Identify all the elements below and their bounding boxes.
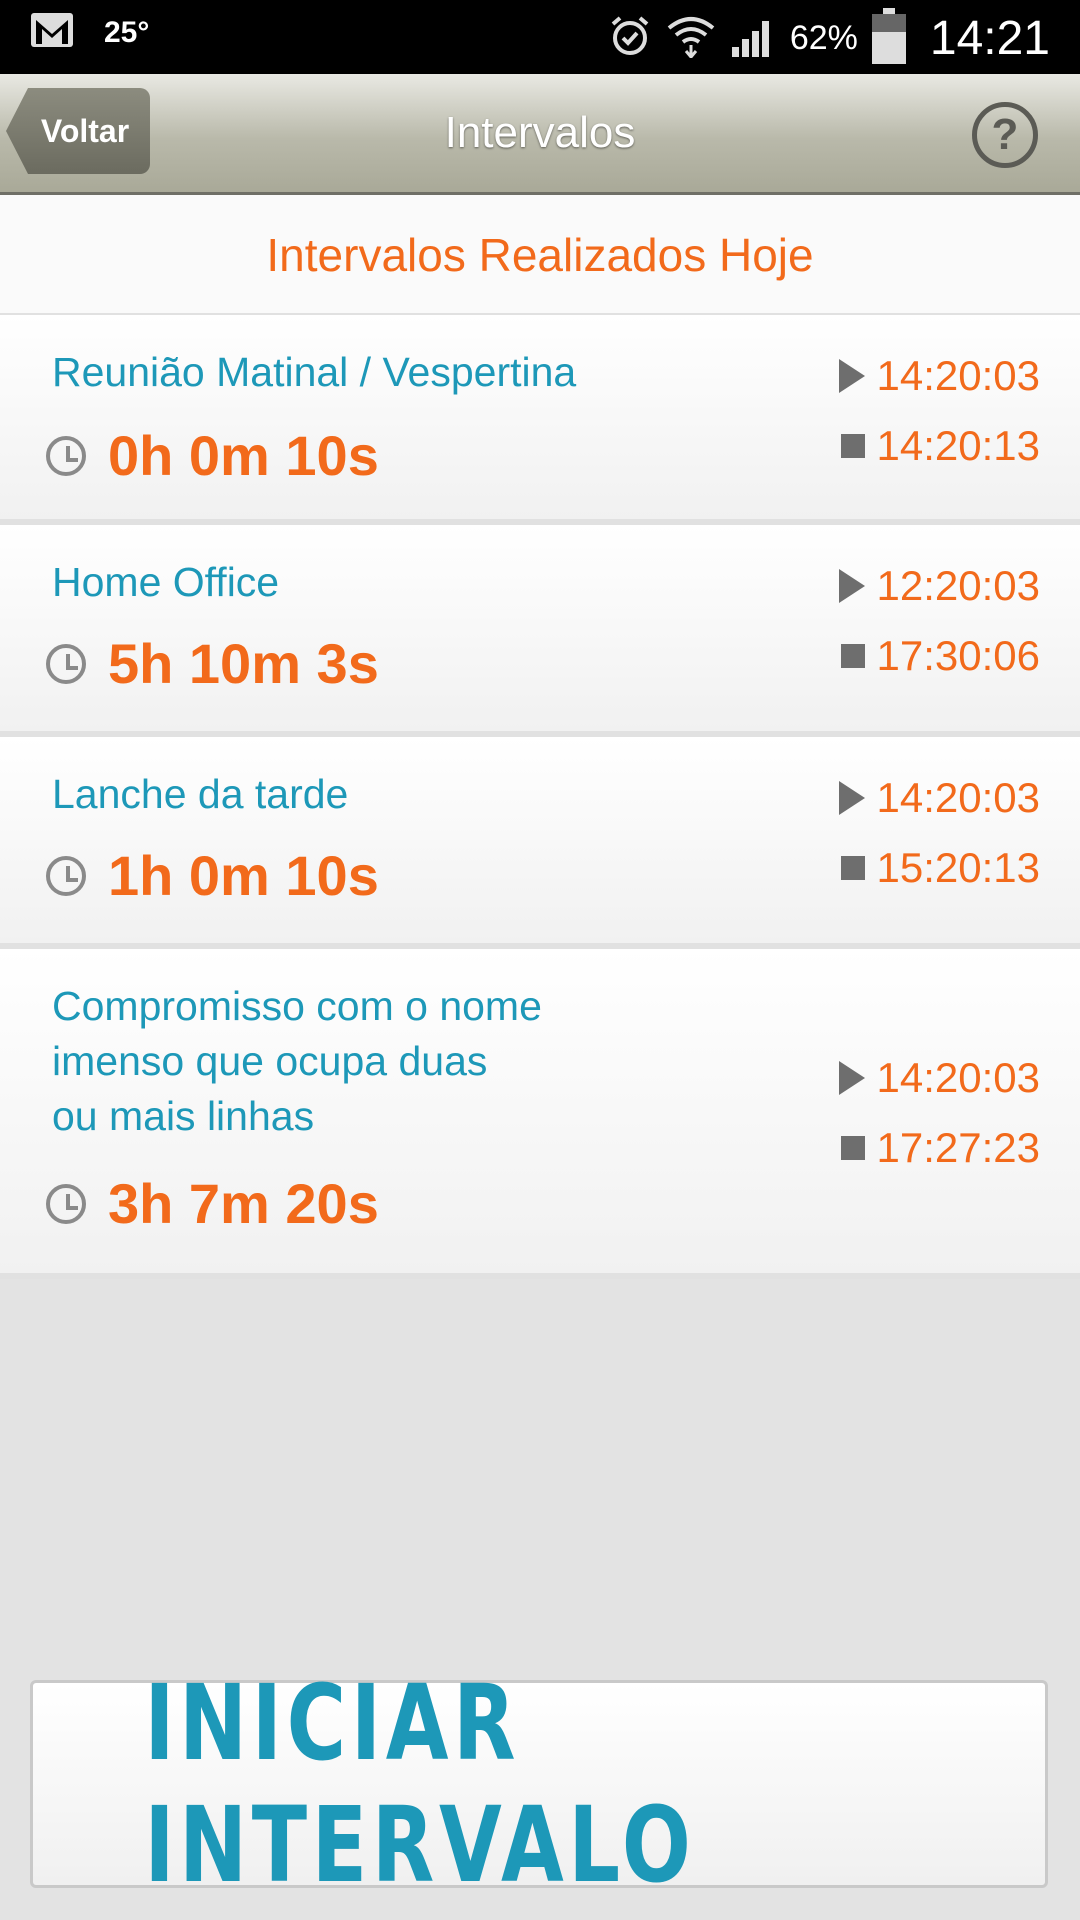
stop-icon bbox=[840, 856, 865, 880]
interval-duration: 1h 0m 10s bbox=[46, 843, 379, 908]
play-icon bbox=[838, 1061, 865, 1095]
interval-name: Home Office bbox=[52, 559, 280, 605]
clock-icon bbox=[46, 435, 86, 476]
interval-name: Compromisso com o nome imenso que ocupa … bbox=[52, 983, 542, 1139]
list-item[interactable]: Lanche da tarde 1h 0m 10s 14:20:03 15:20… bbox=[0, 737, 1080, 949]
start-time: 14:20:03 bbox=[876, 1054, 1041, 1101]
end-time: 14:20:13 bbox=[876, 422, 1041, 469]
clock-icon bbox=[46, 643, 86, 684]
interval-times: 14:20:03 17:27:23 bbox=[838, 1043, 1041, 1183]
list-item[interactable]: Home Office 5h 10m 3s 12:20:03 17:30:06 bbox=[0, 525, 1080, 737]
alarm-icon bbox=[608, 14, 652, 63]
start-time: 14:20:03 bbox=[876, 774, 1041, 821]
page-title: Intervalos bbox=[444, 108, 636, 157]
start-interval-button[interactable]: INICIAR INTERVALO bbox=[30, 1662, 1048, 1906]
duration-text: 3h 7m 20s bbox=[108, 1172, 379, 1235]
duration-text: 1h 0m 10s bbox=[108, 844, 379, 907]
screen: 25° 62% 14:21 Voltar Intervalos ? Interv… bbox=[0, 0, 1080, 1920]
interval-name: Reunião Matinal / Vespertina bbox=[52, 349, 577, 395]
temperature: 25° bbox=[104, 15, 150, 49]
wifi-icon bbox=[666, 14, 716, 63]
app-header: Voltar Intervalos ? bbox=[0, 74, 1080, 195]
duration-text: 0h 0m 10s bbox=[108, 424, 379, 487]
end-time: 17:30:06 bbox=[876, 632, 1041, 679]
list-item[interactable]: Compromisso com o nome imenso que ocupa … bbox=[0, 949, 1080, 1279]
status-bar: 25° 62% 14:21 bbox=[0, 0, 1080, 74]
interval-times: 14:20:03 15:20:13 bbox=[838, 763, 1041, 903]
stop-icon bbox=[840, 644, 865, 668]
duration-text: 5h 10m 3s bbox=[108, 632, 379, 695]
play-icon bbox=[838, 781, 865, 815]
start-time: 14:20:03 bbox=[876, 352, 1041, 399]
stop-icon bbox=[840, 434, 865, 458]
section-title: Intervalos Realizados Hoje bbox=[0, 195, 1080, 315]
end-time: 17:27:23 bbox=[876, 1124, 1041, 1171]
interval-list: Reunião Matinal / Vespertina 0h 0m 10s 1… bbox=[0, 315, 1080, 1279]
stop-icon bbox=[840, 1136, 865, 1160]
gmail-icon bbox=[30, 12, 74, 53]
end-time: 15:20:13 bbox=[876, 844, 1041, 891]
interval-duration: 0h 0m 10s bbox=[46, 423, 379, 488]
play-icon bbox=[838, 359, 865, 393]
interval-duration: 3h 7m 20s bbox=[46, 1171, 379, 1236]
interval-duration: 5h 10m 3s bbox=[46, 631, 379, 696]
clock-icon bbox=[46, 1183, 86, 1224]
play-icon bbox=[838, 569, 865, 603]
interval-times: 12:20:03 17:30:06 bbox=[838, 551, 1041, 691]
interval-times: 14:20:03 14:20:13 bbox=[838, 341, 1041, 481]
battery-icon bbox=[871, 8, 906, 69]
clock-icon bbox=[46, 855, 86, 896]
start-interval-label: INICIAR INTERVALO bbox=[144, 1662, 696, 1906]
start-time: 12:20:03 bbox=[876, 562, 1041, 609]
clock-time: 14:21 bbox=[929, 12, 1050, 65]
interval-name: Lanche da tarde bbox=[52, 771, 349, 817]
signal-icon bbox=[730, 15, 776, 62]
help-icon[interactable]: ? bbox=[972, 102, 1038, 168]
list-item[interactable]: Reunião Matinal / Vespertina 0h 0m 10s 1… bbox=[0, 315, 1080, 525]
battery-percent: 62% bbox=[789, 19, 858, 57]
